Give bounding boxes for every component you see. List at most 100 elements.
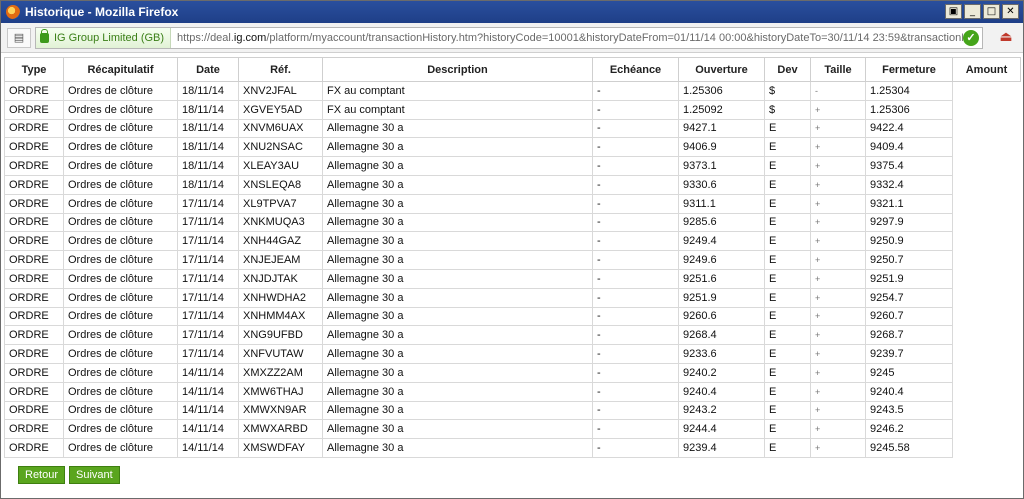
table-cell — [953, 326, 1021, 345]
minimize-button[interactable]: _ — [964, 4, 981, 19]
maximize-button[interactable]: □ — [983, 4, 1000, 19]
table-cell — [953, 345, 1021, 364]
table-cell: 14/11/14 — [177, 362, 239, 383]
column-header[interactable]: Type — [4, 57, 64, 82]
table-row[interactable]: ORDRE Ordres de clôture 14/11/14 XMWXARBD Al… — [4, 419, 1021, 440]
table-cell: 9239.7 — [865, 344, 953, 364]
table-cell: 18/11/14 — [177, 118, 239, 139]
table-row[interactable]: ORDRE Ordres de clôture 17/11/14 XL9TPVA7 Al… — [4, 193, 1021, 214]
table-cell: $ — [764, 81, 811, 101]
table-row[interactable]: ORDRE Ordres de clôture 17/11/14 XNJEJEAM Al… — [4, 250, 1021, 270]
table-row[interactable]: ORDRE Ordres de clôture 14/11/14 XMSWDFAY Al… — [4, 438, 1021, 458]
column-header[interactable]: Date — [177, 57, 239, 82]
table-cell: ORDRE — [4, 193, 64, 214]
table-cell: 9332.4 — [865, 174, 953, 195]
table-cell: ORDRE — [4, 306, 64, 327]
site-identity[interactable]: IG Group Limited (GB) — [36, 27, 172, 48]
table-row[interactable]: ORDRE Ordres de clôture 17/11/14 XNJDJTAK Al… — [4, 268, 1021, 289]
table-row[interactable]: ORDRE Ordres de clôture 17/11/14 XNH44GAZ Al… — [4, 231, 1021, 252]
table-cell: XNV2JFAL — [238, 81, 323, 101]
table-row[interactable]: ORDRE Ordres de clôture 18/11/14 XNVM6UAX Al… — [4, 118, 1021, 139]
column-header[interactable]: Réf. — [238, 57, 323, 82]
table-cell: ORDRE — [4, 419, 64, 440]
table-cell: XL9TPVA7 — [238, 193, 323, 214]
table-cell — [953, 401, 1021, 420]
restore-icon[interactable]: ▣ — [945, 4, 962, 19]
table-cell: ORDRE — [4, 268, 64, 289]
column-header[interactable]: Amount — [952, 57, 1021, 82]
table-cell: - — [592, 381, 679, 402]
table-row[interactable]: ORDRE Ordres de clôture 18/11/14 XNU2NSAC Al… — [4, 137, 1021, 158]
table-cell: + — [810, 325, 866, 346]
table-cell: Allemagne 30 a — [322, 287, 593, 308]
table-cell: - — [592, 419, 679, 440]
table-cell: ORDRE — [4, 287, 64, 308]
table-cell: XMXZZ2AM — [238, 362, 323, 383]
table-cell: XLEAY3AU — [238, 156, 323, 176]
table-cell: 9321.1 — [865, 193, 953, 214]
addon-icon[interactable]: ⏏ — [997, 28, 1015, 46]
table-row[interactable]: ORDRE Ordres de clôture 17/11/14 XNG9UFBD Al… — [4, 325, 1021, 346]
table-cell: 14/11/14 — [177, 400, 239, 421]
table-cell: 17/11/14 — [177, 212, 239, 233]
table-cell: 9373.1 — [678, 156, 765, 176]
column-header[interactable]: Description — [322, 57, 593, 82]
table-cell: 9240.2 — [678, 362, 765, 383]
next-button[interactable]: Suivant — [69, 466, 120, 484]
close-button[interactable]: ✕ — [1002, 4, 1019, 19]
column-header[interactable]: Dev — [764, 57, 811, 82]
url-text[interactable]: https://deal.ig.com/platform/myaccount/t… — [177, 32, 963, 44]
table-cell: XNVM6UAX — [238, 118, 323, 139]
table-row[interactable]: ORDRE Ordres de clôture 14/11/14 XMXZZ2AM Al… — [4, 362, 1021, 383]
table-cell: Ordres de clôture — [63, 362, 178, 383]
table-cell: + — [810, 99, 866, 120]
url-bar[interactable]: IG Group Limited (GB) https://deal.ig.co… — [35, 26, 983, 49]
table-cell: E — [764, 287, 811, 308]
table-cell: 9251.9 — [865, 268, 953, 289]
column-header[interactable]: Fermeture — [865, 57, 953, 82]
table-row[interactable]: ORDRE Ordres de clôture 18/11/14 XLEAY3AU Al… — [4, 156, 1021, 176]
table-cell: + — [810, 193, 866, 214]
table-cell: 9330.6 — [678, 174, 765, 195]
column-header[interactable]: Récapitulatif — [63, 57, 178, 82]
table-cell: XMW6THAJ — [238, 381, 323, 402]
table-cell: XNH44GAZ — [238, 231, 323, 252]
column-header[interactable]: Taille — [810, 57, 866, 82]
table-cell: XNJDJTAK — [238, 268, 323, 289]
table-row[interactable]: ORDRE Ordres de clôture 17/11/14 XNHMM4AX Al… — [4, 306, 1021, 327]
table-cell: E — [764, 268, 811, 289]
table-cell: 17/11/14 — [177, 306, 239, 327]
table-cell: Ordres de clôture — [63, 268, 178, 289]
navigation-bar: ▤ IG Group Limited (GB) https://deal.ig.… — [1, 23, 1023, 53]
table-cell: 17/11/14 — [177, 193, 239, 214]
table-row[interactable]: ORDRE Ordres de clôture 18/11/14 XGVEY5AD FX… — [4, 99, 1021, 120]
table-row[interactable]: ORDRE Ordres de clôture 18/11/14 XNSLEQA8 Al… — [4, 174, 1021, 195]
tabs-icon[interactable]: ▤ — [7, 27, 31, 48]
table-cell: + — [810, 400, 866, 421]
table-row[interactable]: ORDRE Ordres de clôture 14/11/14 XMW6THAJ Al… — [4, 381, 1021, 402]
column-header[interactable]: Echéance — [592, 57, 679, 82]
table-row[interactable]: ORDRE Ordres de clôture 17/11/14 XNKMUQA3 Al… — [4, 212, 1021, 233]
table-row[interactable]: ORDRE Ordres de clôture 17/11/14 XNHWDHA2 Al… — [4, 287, 1021, 308]
table-cell: Allemagne 30 a — [322, 325, 593, 346]
table-row[interactable]: ORDRE Ordres de clôture 17/11/14 XNFVUTAW Al… — [4, 344, 1021, 364]
table-cell — [953, 157, 1021, 176]
table-row[interactable]: ORDRE Ordres de clôture 14/11/14 XMWXN9AR Al… — [4, 400, 1021, 421]
back-button[interactable]: Retour — [18, 466, 66, 484]
table-cell: ORDRE — [4, 118, 64, 139]
table-cell: Allemagne 30 a — [322, 344, 593, 364]
column-header[interactable]: Ouverture — [678, 57, 765, 82]
browser-window: Historique - Mozilla Firefox ▣ _ □ ✕ ▤ I… — [0, 0, 1024, 499]
table-cell: - — [592, 400, 679, 421]
table-cell: 9249.6 — [678, 250, 765, 270]
table-row[interactable]: ORDRE Ordres de clôture 18/11/14 XNV2JFAL FX… — [4, 81, 1021, 101]
table-cell: XNHMM4AX — [238, 306, 323, 327]
table-cell: 9297.9 — [865, 212, 953, 233]
table-cell: XMWXARBD — [238, 419, 323, 440]
table-cell: 9311.1 — [678, 193, 765, 214]
table-cell: FX au comptant — [322, 81, 593, 101]
table-cell: 1.25092 — [678, 99, 765, 120]
table-cell: ORDRE — [4, 137, 64, 158]
table-cell: E — [764, 381, 811, 402]
table-cell: 9285.6 — [678, 212, 765, 233]
